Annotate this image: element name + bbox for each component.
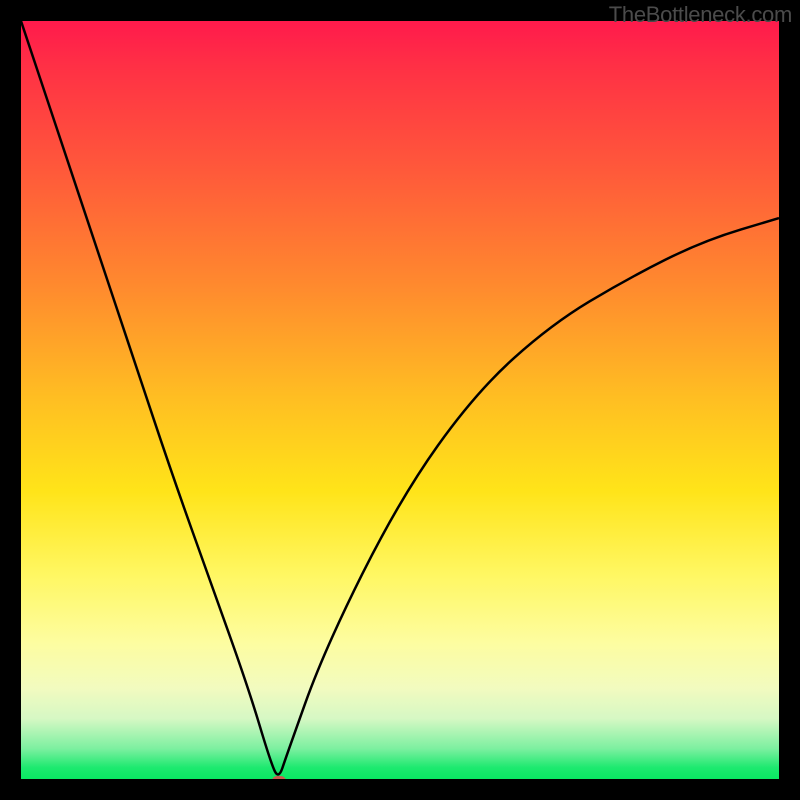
optimal-marker [272,776,286,780]
bottleneck-curve [21,21,779,779]
watermark-text: TheBottleneck.com [609,2,792,28]
curve-line [21,21,779,774]
plot-frame [20,20,780,780]
